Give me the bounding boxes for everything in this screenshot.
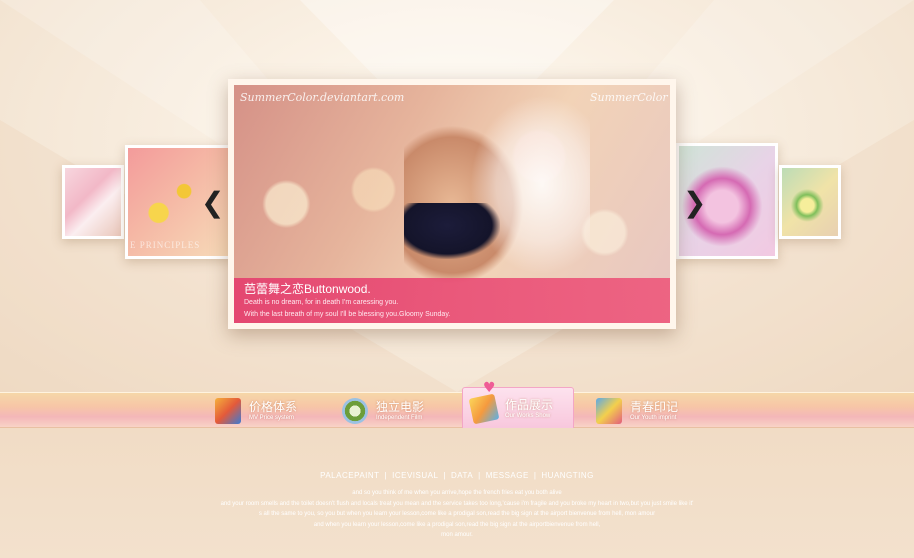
nav-item-price[interactable]: 价格体系 MV Price system: [215, 393, 297, 429]
footer-line: mon amour.: [441, 532, 473, 539]
footer-link-data[interactable]: DATA: [451, 471, 473, 480]
footer-link-palacepaint[interactable]: PALACEPAINT: [320, 471, 379, 480]
footer-separator: |: [384, 471, 388, 480]
works-folder-icon: [468, 393, 500, 425]
nav-subtitle: Independent Film: [376, 414, 423, 421]
caption-line-1: Death is no dream, for in death I'm care…: [244, 299, 399, 306]
nav-title: 价格体系: [249, 399, 298, 414]
slide-thumb-droplet[interactable]: [779, 165, 841, 239]
nav-subtitle: MV Price system: [249, 414, 295, 421]
footer-lyrics: and so you think of me when you arrive,h…: [0, 488, 914, 541]
chevron-right-icon[interactable]: ❯: [683, 188, 706, 218]
nav-subtitle: Our Works Show: [505, 412, 551, 419]
nav-item-youth[interactable]: 青春印记 Our Youth imprint: [596, 393, 678, 429]
nav-title: 青春印记: [630, 399, 679, 414]
photo-garment: [404, 203, 500, 259]
footer-line: and when you learn your lesson,come like…: [313, 521, 601, 528]
thumb-watermark: E PRINCIPLES: [130, 240, 201, 250]
nav-title: 独立电影: [376, 399, 425, 414]
footer-line: s all the same to you, so you but when y…: [258, 511, 656, 518]
heart-icon: ♥: [483, 380, 496, 396]
main-slide[interactable]: SummerColor.deviantart.com SummerColor 芭…: [228, 79, 676, 329]
slider-stage: E PRINCIPLES SummerColor.deviantart.com …: [0, 0, 914, 392]
slide-thumb-teacup[interactable]: [62, 165, 124, 239]
caption-line-2: With the last breath of my soul I'll be …: [244, 311, 451, 318]
caption-title: 芭蕾舞之恋Buttonwood.: [244, 282, 371, 296]
photo-watermark-right: SummerColor: [590, 91, 668, 104]
footer-link-huangting[interactable]: HUANGTING: [541, 471, 594, 480]
main-photo: SummerColor.deviantart.com SummerColor 芭…: [234, 85, 670, 323]
footer-separator: |: [533, 471, 537, 480]
footer-link-message[interactable]: MESSAGE: [486, 471, 529, 480]
youth-imprint-icon: [596, 398, 622, 424]
film-clapper-icon: [215, 398, 241, 424]
nav-title: 作品展示: [505, 397, 554, 412]
film-reel-icon: [342, 398, 368, 424]
footer-line: and so you think of me when you arrive,h…: [352, 490, 562, 496]
nav-item-works-active[interactable]: ♥ 作品展示 Our Works Show: [462, 380, 574, 431]
footer-links: PALACEPAINT | ICEVISUAL | DATA | MESSAGE | HUANG…: [0, 471, 914, 480]
slide-caption: 芭蕾舞之恋Buttonwood. Death is no dream, for …: [234, 278, 670, 323]
photo-watermark: SummerColor.deviantart.com: [240, 91, 405, 104]
footer-line: and your room smells and the toilet does…: [220, 500, 694, 507]
footer: PALACEPAINT | ICEVISUAL | DATA | MESSAGE | HUANG…: [0, 428, 914, 558]
nav-item-film[interactable]: 独立电影 Independent Film: [342, 393, 424, 429]
nav-subtitle: Our Youth imprint: [630, 414, 677, 421]
main-nav: 价格体系 MV Price system 独立电影 Independent Fi…: [0, 380, 914, 431]
footer-separator: |: [478, 471, 481, 480]
chevron-left-icon[interactable]: ❮: [201, 188, 224, 218]
footer-link-icevisual[interactable]: ICEVISUAL: [392, 471, 438, 480]
footer-separator: |: [443, 471, 446, 480]
